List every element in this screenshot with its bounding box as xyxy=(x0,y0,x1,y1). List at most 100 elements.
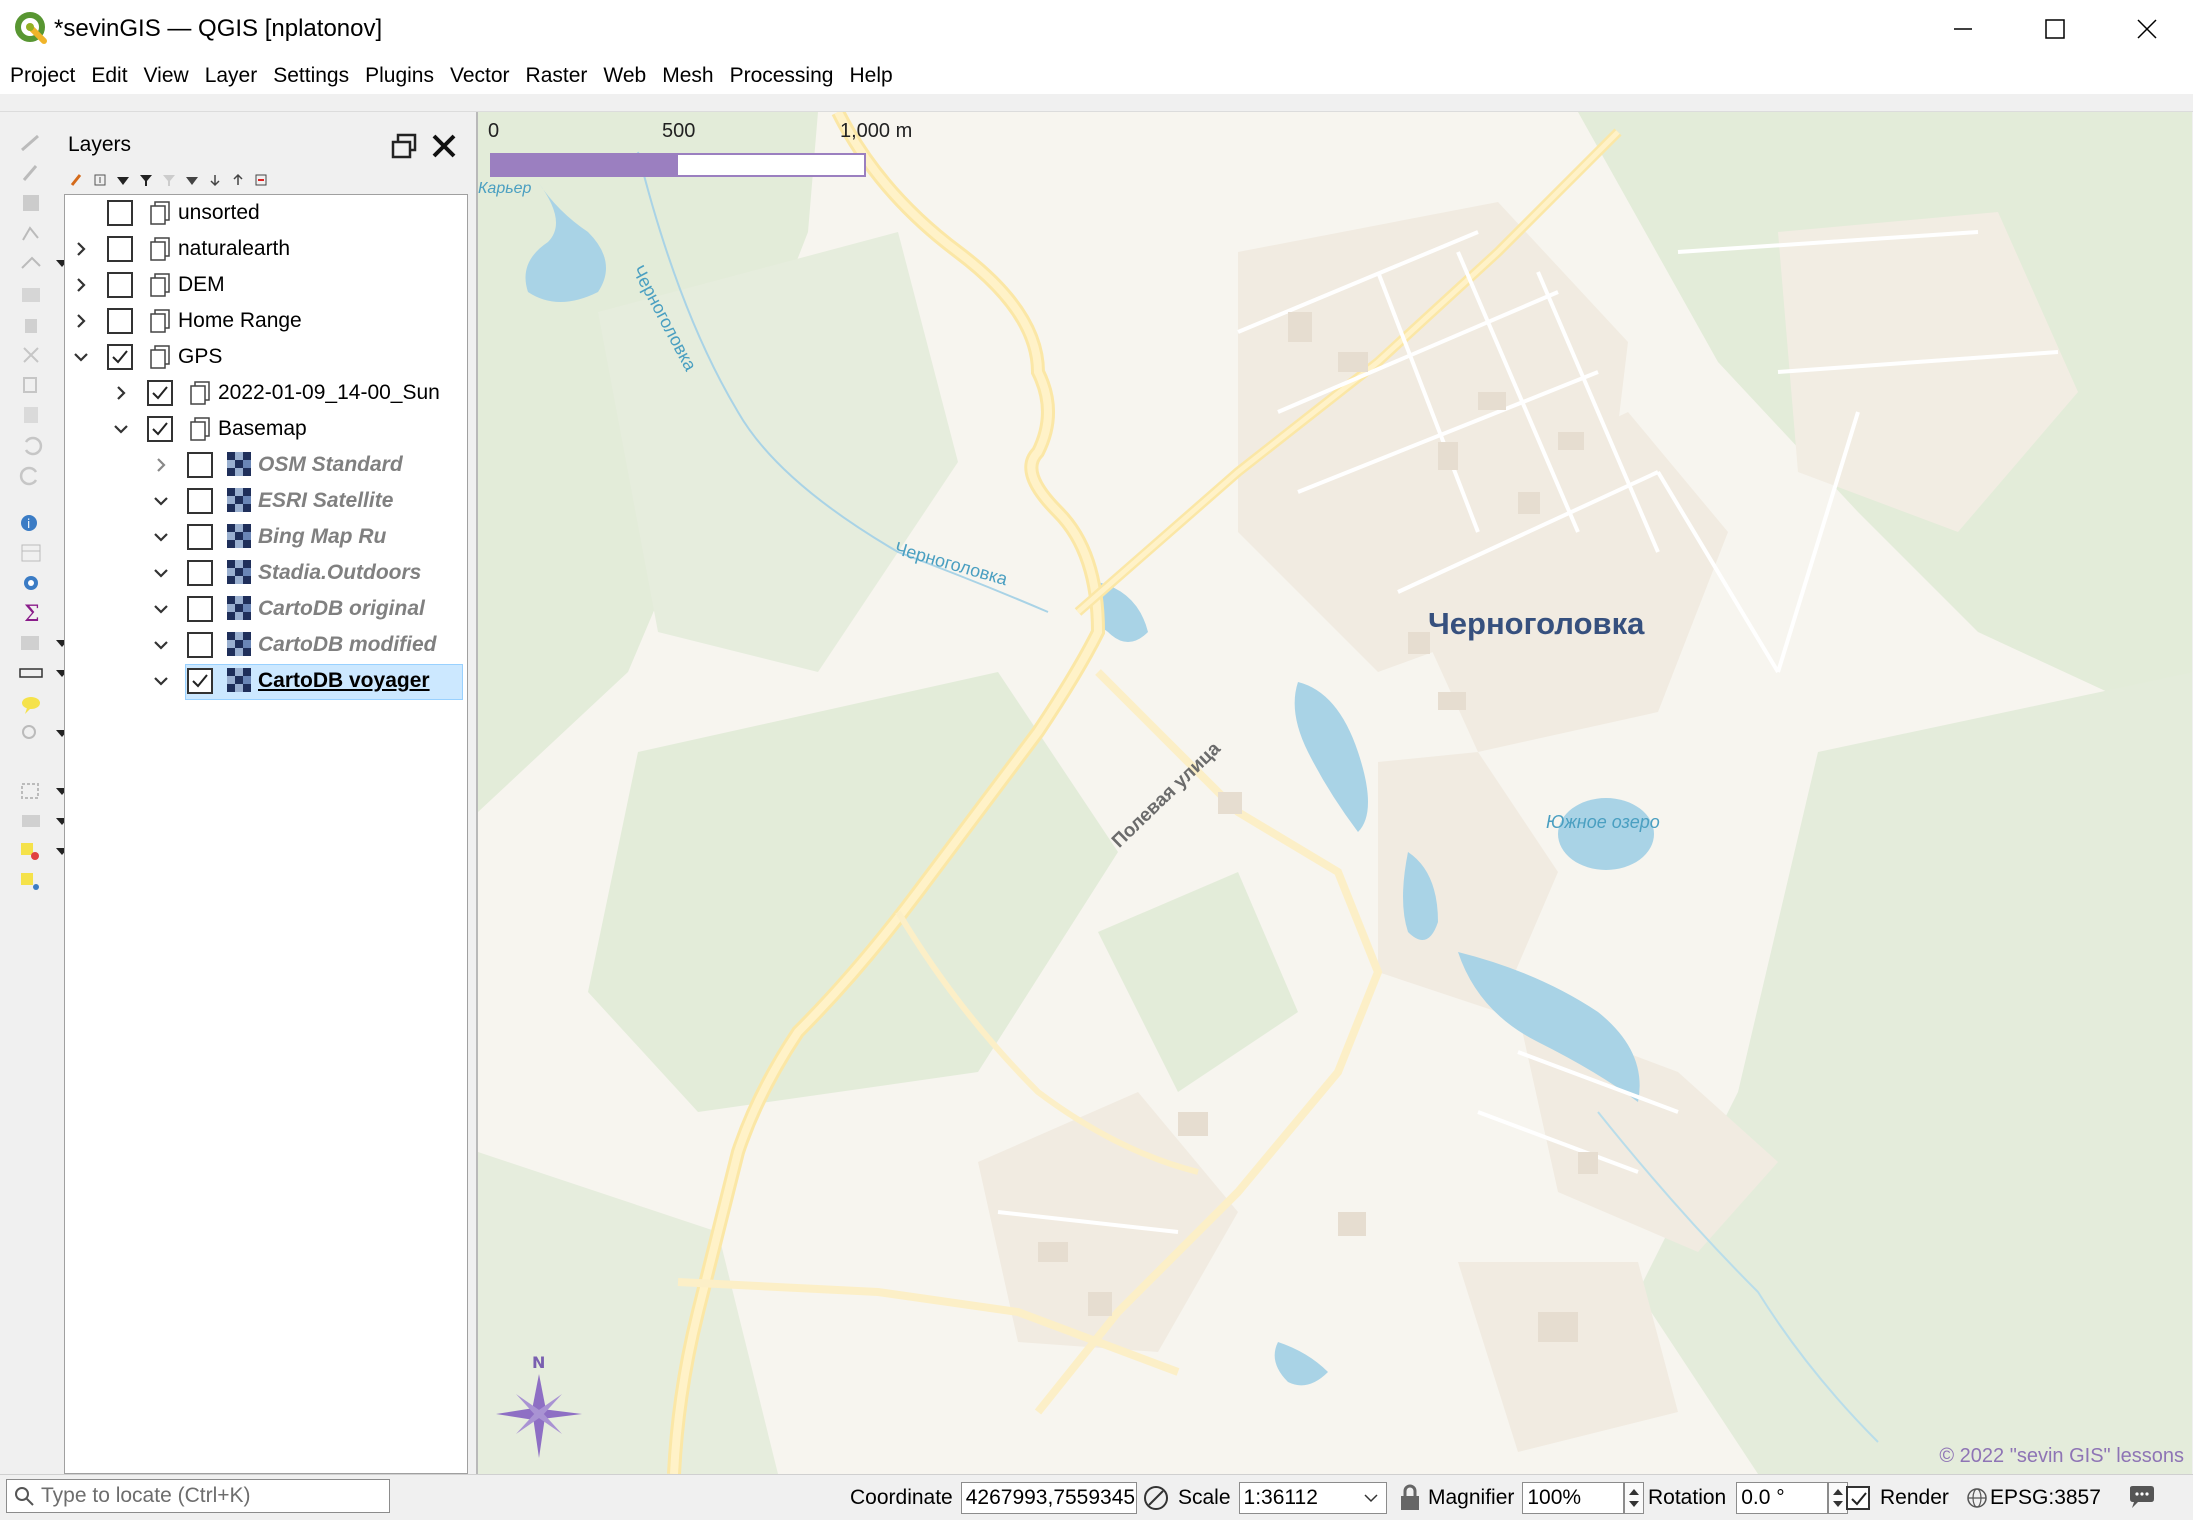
undo-icon[interactable] xyxy=(18,434,44,456)
layer-checkbox[interactable] xyxy=(187,668,213,694)
layer-checkbox[interactable] xyxy=(187,452,213,478)
collapse-all-icon[interactable] xyxy=(208,173,222,187)
chevron-down-icon[interactable] xyxy=(71,347,91,367)
processing-toolbox-icon[interactable] xyxy=(18,572,44,594)
deselect-features-button[interactable] xyxy=(18,840,68,862)
layer-item-cartodb-modified[interactable]: CartoDB modified xyxy=(65,627,465,663)
paste-features-icon[interactable] xyxy=(18,404,44,426)
filter-legend-icon[interactable] xyxy=(139,173,153,187)
layer-checkbox[interactable] xyxy=(107,308,133,334)
add-group-icon[interactable] xyxy=(93,173,107,187)
zoom-tools-button[interactable] xyxy=(18,722,68,744)
menu-view[interactable]: View xyxy=(144,64,189,88)
copy-features-icon[interactable] xyxy=(18,374,44,396)
chevron-right-icon[interactable] xyxy=(111,383,131,403)
scale-combobox[interactable]: 1:36112 xyxy=(1238,1481,1387,1514)
messages-icon[interactable] xyxy=(2128,1484,2156,1510)
layer-item-esri-satellite[interactable]: ESRI Satellite xyxy=(65,483,465,519)
layer-item-basemap[interactable]: Basemap xyxy=(65,411,465,447)
toggle-editing-icon[interactable] xyxy=(18,162,44,184)
digitize-icon[interactable] xyxy=(18,222,44,244)
style-manager-icon[interactable] xyxy=(70,173,84,187)
layer-checkbox[interactable] xyxy=(187,524,213,550)
layer-checkbox[interactable] xyxy=(187,488,213,514)
measure-line-button[interactable] xyxy=(18,662,68,684)
layer-checkbox[interactable] xyxy=(187,560,213,586)
layer-checkbox[interactable] xyxy=(107,200,133,226)
menu-layer[interactable]: Layer xyxy=(205,64,258,88)
layer-checkbox[interactable] xyxy=(107,236,133,262)
menu-help[interactable]: Help xyxy=(849,64,892,88)
chevron-down-icon[interactable] xyxy=(151,563,171,583)
chevron-right-icon[interactable] xyxy=(71,275,91,295)
menu-project[interactable]: Project xyxy=(10,64,75,88)
layer-checkbox[interactable] xyxy=(187,632,213,658)
expand-all-icon[interactable] xyxy=(185,173,199,187)
map-tips-icon[interactable] xyxy=(18,694,44,716)
current-edits-icon[interactable] xyxy=(18,132,44,154)
layer-checkbox[interactable] xyxy=(147,380,173,406)
layer-item-gps-track[interactable]: 2022-01-09_14-00_Sun xyxy=(65,375,465,411)
chevron-down-icon[interactable] xyxy=(151,671,171,691)
render-checkbox[interactable] xyxy=(1846,1485,1870,1510)
crs-group[interactable]: EPSG:3857 xyxy=(1966,1475,2101,1520)
magnifier-field[interactable]: 100% xyxy=(1522,1481,1625,1514)
float-panel-icon[interactable] xyxy=(390,132,418,160)
open-field-calculator-button[interactable] xyxy=(18,632,68,654)
manage-themes-icon[interactable] xyxy=(116,173,130,187)
layer-checkbox[interactable] xyxy=(147,416,173,442)
close-window-button[interactable] xyxy=(2101,0,2193,58)
chevron-down-icon[interactable] xyxy=(151,527,171,547)
coordinate-field[interactable]: 4267993,7559345 xyxy=(960,1481,1137,1514)
layer-item-stadia-outdoors[interactable]: Stadia.Outdoors xyxy=(65,555,465,591)
menu-web[interactable]: Web xyxy=(603,64,646,88)
modify-attributes-icon[interactable] xyxy=(18,284,44,306)
select-location-icon[interactable] xyxy=(18,870,44,892)
layer-item-unsorted[interactable]: unsorted xyxy=(65,195,465,231)
identify-features-icon[interactable]: i xyxy=(18,512,44,534)
menu-processing[interactable]: Processing xyxy=(730,64,834,88)
layer-item-osm-standard[interactable]: OSM Standard xyxy=(65,447,465,483)
statistical-summary-icon[interactable]: Σ xyxy=(18,602,44,624)
layer-item-home-range[interactable]: Home Range xyxy=(65,303,465,339)
layer-checkbox[interactable] xyxy=(187,596,213,622)
layer-item-gps[interactable]: GPS xyxy=(65,339,465,375)
menu-raster[interactable]: Raster xyxy=(526,64,588,88)
remove-layer-icon[interactable] xyxy=(254,173,268,187)
layer-checkbox[interactable] xyxy=(107,272,133,298)
chevron-right-icon[interactable] xyxy=(71,239,91,259)
chevron-down-icon[interactable] xyxy=(111,419,131,439)
chevron-down-icon[interactable] xyxy=(151,635,171,655)
chevron-down-icon[interactable] xyxy=(151,491,171,511)
rotation-field[interactable]: 0.0 ° xyxy=(1736,1481,1829,1514)
select-features-button[interactable] xyxy=(18,780,68,802)
layer-item-cartodb-voyager[interactable]: CartoDB voyager xyxy=(65,663,465,699)
minimize-button[interactable] xyxy=(1917,0,2009,58)
layer-item-cartodb-original[interactable]: CartoDB original xyxy=(65,591,465,627)
save-edits-icon[interactable] xyxy=(18,192,44,214)
chevron-down-icon[interactable] xyxy=(151,599,171,619)
vertex-tool-button[interactable] xyxy=(18,252,68,274)
select-by-value-button[interactable] xyxy=(18,810,68,832)
layer-item-naturalearth[interactable]: naturalearth xyxy=(65,231,465,267)
move-up-icon[interactable] xyxy=(231,173,245,187)
lock-scale-icon[interactable] xyxy=(1397,1483,1423,1513)
close-panel-icon[interactable] xyxy=(430,132,458,160)
toggle-extents-icon[interactable] xyxy=(1141,1483,1171,1513)
chevron-right-icon[interactable] xyxy=(151,455,171,475)
open-attribute-table-icon[interactable] xyxy=(18,542,44,564)
maximize-button[interactable] xyxy=(2009,0,2101,58)
chevron-right-icon[interactable] xyxy=(71,311,91,331)
menu-plugins[interactable]: Plugins xyxy=(365,64,434,88)
layer-item-dem[interactable]: DEM xyxy=(65,267,465,303)
delete-selected-icon[interactable] xyxy=(18,314,44,336)
redo-icon[interactable] xyxy=(18,464,44,486)
layer-item-bing-map-ru[interactable]: Bing Map Ru xyxy=(65,519,465,555)
layer-checkbox[interactable] xyxy=(107,344,133,370)
locator-bar[interactable]: Type to locate (Ctrl+K) xyxy=(6,1479,390,1513)
map-canvas[interactable]: 0 500 1,000 m Карьер Черноголовка Черног… xyxy=(476,112,2192,1474)
filter-expression-icon[interactable] xyxy=(162,173,176,187)
cut-features-icon[interactable] xyxy=(18,344,44,366)
menu-vector[interactable]: Vector xyxy=(450,64,510,88)
menu-edit[interactable]: Edit xyxy=(91,64,127,88)
